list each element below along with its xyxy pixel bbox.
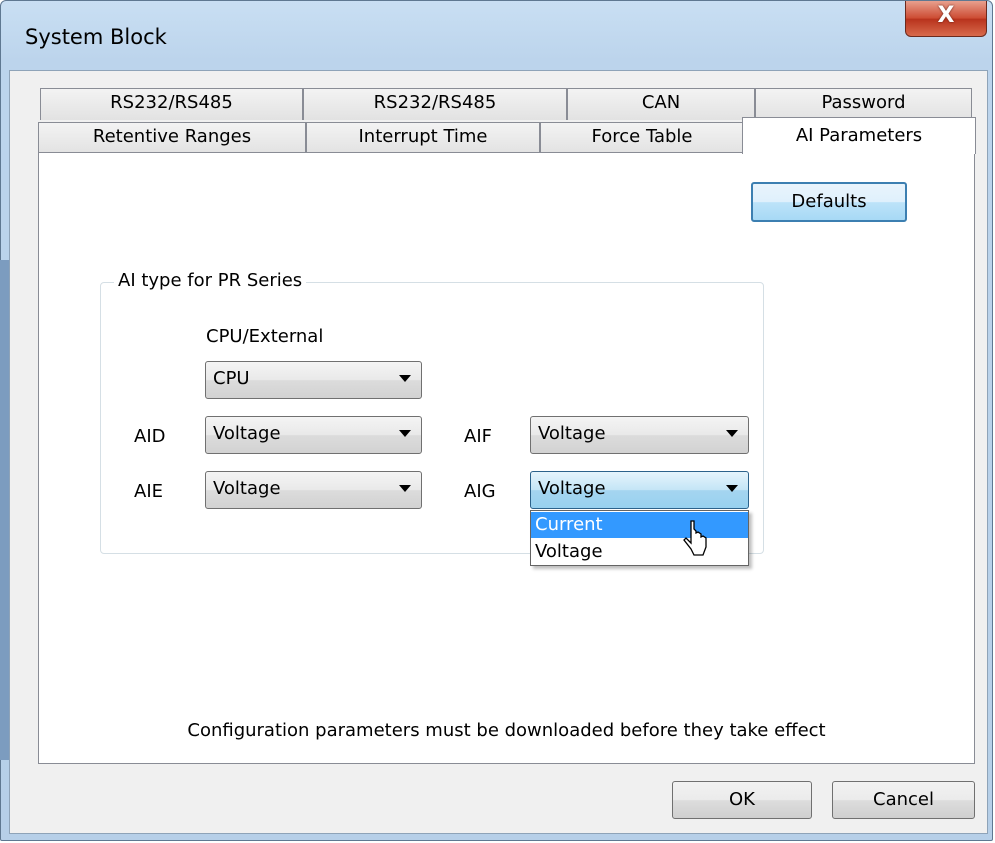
tab-interrupt-time[interactable]: Interrupt Time xyxy=(306,122,540,154)
dropdown-option-current[interactable]: Current xyxy=(531,512,748,538)
tab-password[interactable]: Password xyxy=(755,88,972,120)
chevron-down-icon xyxy=(399,375,411,382)
aig-dropdown-list: Current Voltage xyxy=(530,510,749,566)
aif-combobox[interactable]: Voltage xyxy=(530,416,749,454)
groupbox-title: AI type for PR Series xyxy=(114,270,307,291)
tab-ai-parameters[interactable]: AI Parameters xyxy=(742,117,976,154)
mouse-pointer-icon xyxy=(683,520,707,556)
aif-label: AIF xyxy=(464,426,492,447)
close-icon: X xyxy=(937,3,955,28)
tab-force-table[interactable]: Force Table xyxy=(540,122,744,154)
background-strip xyxy=(0,260,9,760)
chevron-down-icon xyxy=(399,485,411,492)
aid-label: AID xyxy=(134,426,166,447)
tab-can[interactable]: CAN xyxy=(567,88,755,120)
tab-retentive-ranges[interactable]: Retentive Ranges xyxy=(38,122,306,154)
defaults-button[interactable]: Defaults xyxy=(751,182,907,222)
ok-button[interactable]: OK xyxy=(672,781,812,819)
chevron-down-icon xyxy=(726,430,738,437)
window-title: System Block xyxy=(25,25,167,49)
title-bar[interactable]: System Block X xyxy=(1,1,992,73)
configuration-note: Configuration parameters must be downloa… xyxy=(187,720,826,741)
cpu-external-combobox[interactable]: CPU xyxy=(205,361,422,399)
close-button[interactable]: X xyxy=(905,1,987,37)
aig-label: AIG xyxy=(464,481,496,502)
chevron-down-icon xyxy=(726,485,738,492)
tab-rs232-rs485-2[interactable]: RS232/RS485 xyxy=(303,88,567,120)
aid-combobox[interactable]: Voltage xyxy=(205,416,422,454)
aie-label: AIE xyxy=(134,481,163,502)
aig-combobox[interactable]: Voltage xyxy=(530,471,749,509)
chevron-down-icon xyxy=(399,430,411,437)
tab-rs232-rs485-1[interactable]: RS232/RS485 xyxy=(40,88,303,120)
cancel-button[interactable]: Cancel xyxy=(832,781,975,819)
aie-combobox[interactable]: Voltage xyxy=(205,471,422,509)
dropdown-option-voltage[interactable]: Voltage xyxy=(531,539,748,565)
cpu-external-label: CPU/External xyxy=(206,326,324,347)
